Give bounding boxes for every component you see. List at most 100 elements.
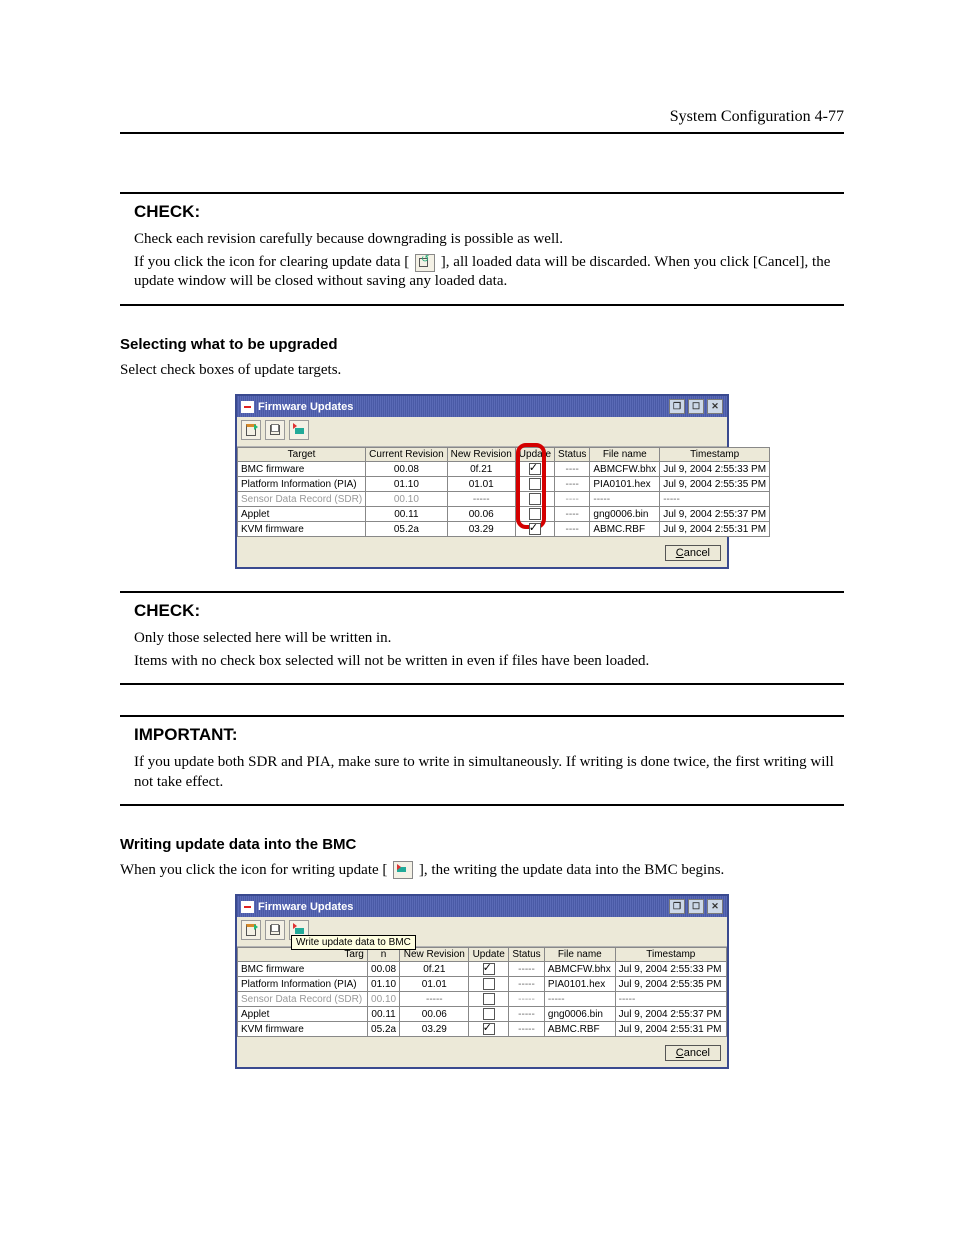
update-checkbox[interactable] [483,963,495,975]
check1-line2: If you click the icon for clearing updat… [134,253,844,291]
open-file-button[interactable] [241,920,261,940]
cell-file: PIA0101.hex [590,477,660,492]
th-ts: Timestamp [660,448,770,462]
update-checkbox[interactable] [529,523,541,535]
cell-update[interactable] [469,977,509,992]
cell-update[interactable] [515,522,554,537]
detach-button[interactable]: ❐ [669,899,685,914]
cancel-button[interactable]: Cancel [665,1045,721,1061]
toolbar [237,417,727,447]
maximize-button[interactable]: ☐ [688,399,704,414]
cell-cur: 05.2a [367,1022,399,1037]
cell-file: gng0006.bin [544,1007,615,1022]
cell-status: ----- [509,977,545,992]
th-status: Status [509,948,545,962]
table-row: KVM firmware05.2a03.29-----ABMC.RBFJul 9… [238,1022,727,1037]
cell-target: Applet [238,1007,368,1022]
cell-file: ABMC.RBF [590,522,660,537]
toolbar: Write update data to BMC [237,917,727,947]
table-row: Sensor Data Record (SDR)00.10-----------… [238,992,727,1007]
cell-target: BMC firmware [238,962,368,977]
cell-ts: Jul 9, 2004 2:55:31 PM [660,522,770,537]
table-row: BMC firmware00.080f.21----ABMCFW.bhxJul … [238,462,770,477]
update-checkbox[interactable] [529,478,541,490]
close-button[interactable]: ✕ [707,899,723,914]
cell-update[interactable] [469,1022,509,1037]
important-title: IMPORTANT: [134,725,844,745]
clear-data-button[interactable] [265,420,285,440]
table-row: Platform Information (PIA)01.1001.01----… [238,977,727,992]
cell-target: BMC firmware [238,462,366,477]
clear-data-button[interactable] [265,920,285,940]
update-checkbox[interactable] [529,463,541,475]
cell-file: gng0006.bin [590,507,660,522]
table-row: Sensor Data Record (SDR)00.10-----------… [238,492,770,507]
cell-file: ABMCFW.bhx [544,962,615,977]
firmware-updates-window-1: Firmware Updates ❐ ☐ ✕ Target Current Re… [235,394,729,569]
cell-nrev: 0f.21 [400,962,469,977]
cell-update[interactable] [515,462,554,477]
window-title: Firmware Updates [258,901,353,913]
window-titlebar[interactable]: Firmware Updates ❐ ☐ ✕ [237,896,727,917]
cell-nrev: ----- [400,992,469,1007]
th-update: Update [469,948,509,962]
cell-target: KVM firmware [238,1022,368,1037]
table-row: BMC firmware00.080f.21-----ABMCFW.bhxJul… [238,962,727,977]
update-checkbox[interactable] [483,1023,495,1035]
update-checkbox[interactable] [483,993,495,1005]
cell-ts: Jul 9, 2004 2:55:33 PM [615,962,726,977]
app-icon [241,901,254,913]
cell-update[interactable] [469,1007,509,1022]
cell-cur: 00.11 [367,1007,399,1022]
cell-update[interactable] [469,992,509,1007]
cell-target: Platform Information (PIA) [238,477,366,492]
cell-nrev: 0f.21 [447,462,515,477]
cell-update[interactable] [469,962,509,977]
th-nrev: New Revision [447,448,515,462]
write-update-icon [393,861,413,879]
table-row: Applet00.1100.06-----gng0006.binJul 9, 2… [238,1007,727,1022]
check-box-2: CHECK: Only those selected here will be … [120,591,844,685]
open-file-button[interactable] [241,420,261,440]
cell-update[interactable] [515,477,554,492]
close-button[interactable]: ✕ [707,399,723,414]
cell-cur: 05.2a [366,522,447,537]
update-checkbox[interactable] [529,493,541,505]
cell-cur: 01.10 [367,977,399,992]
clear-update-icon [415,254,435,272]
firmware-table: Target Current Revision New Revision Upd… [237,447,770,537]
cell-ts: Jul 9, 2004 2:55:31 PM [615,1022,726,1037]
th-file: File name [544,948,615,962]
check-title: CHECK: [134,202,844,222]
cell-update[interactable] [515,507,554,522]
check1-line1: Check each revision carefully because do… [134,230,844,249]
cell-cur: 00.08 [367,962,399,977]
cell-target: Sensor Data Record (SDR) [238,992,368,1007]
cell-cur: 00.08 [366,462,447,477]
app-icon [241,401,254,413]
maximize-button[interactable]: ☐ [688,899,704,914]
update-checkbox[interactable] [483,1008,495,1020]
update-checkbox[interactable] [483,978,495,990]
firmware-table: Targ n New Revision Update Status File n… [237,947,727,1037]
write-bmc-button[interactable] [289,420,309,440]
th-file: File name [590,448,660,462]
cell-status: ---- [555,477,590,492]
cell-cur: 00.10 [367,992,399,1007]
detach-button[interactable]: ❐ [669,399,685,414]
cell-target: KVM firmware [238,522,366,537]
table-row: Applet00.1100.06----gng0006.binJul 9, 20… [238,507,770,522]
cell-target: Sensor Data Record (SDR) [238,492,366,507]
cancel-button[interactable]: Cancel [665,545,721,561]
window-title: Firmware Updates [258,401,353,413]
cell-cur: 00.11 [366,507,447,522]
important-text: If you update both SDR and PIA, make sur… [134,753,844,791]
cell-status: ----- [509,992,545,1007]
write-bmc-tooltip: Write update data to BMC [291,935,416,950]
cell-update[interactable] [515,492,554,507]
cell-status: ----- [509,1007,545,1022]
window-titlebar[interactable]: Firmware Updates ❐ ☐ ✕ [237,396,727,417]
check-box-1: CHECK: Check each revision carefully bec… [120,192,844,306]
update-checkbox[interactable] [529,508,541,520]
cell-status: ----- [509,1022,545,1037]
